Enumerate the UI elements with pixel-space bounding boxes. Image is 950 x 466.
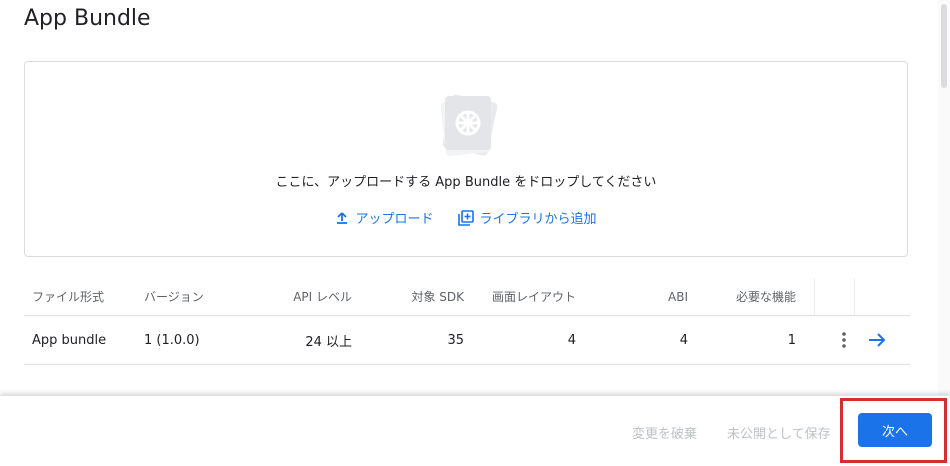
cell-required-features: 1 [787,332,796,348]
file-stack-icon [440,94,498,156]
drop-instruction: ここに、アップロードする App Bundle をドロップしてください [275,175,657,190]
scrollbar-thumb[interactable] [941,4,947,88]
more-options-button[interactable] [840,316,848,364]
upload-label: アップロード [355,212,434,227]
library-label: ライブラリから追加 [479,212,597,227]
add-from-library-button[interactable]: ライブラリから追加 [457,208,597,227]
library-add-icon [457,209,474,226]
cell-abi: 4 [679,332,688,348]
cell-version: 1 (1.0.0) [144,332,200,348]
bundle-table: ファイル形式 バージョン API レベル 対象 SDK 画面レイアウト ABI … [24,278,910,365]
column-divider [814,278,815,315]
column-header-file-type: ファイル形式 [32,290,105,304]
column-divider [854,278,855,315]
column-header-abi: ABI [668,289,688,304]
scrollbar[interactable] [938,0,950,395]
table-row[interactable]: App bundle 1 (1.0.0) 24 以上 35 4 4 1 [24,316,910,365]
cell-target-sdk: 35 [447,332,464,348]
column-header-screen-layout: 画面レイアウト [491,290,576,304]
footer-bar: 変更を破棄 未公開として保存 次へ [0,395,950,466]
table-header-row: ファイル形式 バージョン API レベル 対象 SDK 画面レイアウト ABI … [24,278,910,316]
view-details-button[interactable] [868,316,886,364]
arrow-right-icon [869,333,886,347]
upload-button[interactable]: アップロード [335,208,434,227]
more-vert-icon [842,332,846,348]
upload-icon [337,211,348,224]
discard-changes-button[interactable]: 変更を破棄 [632,423,697,442]
save-as-draft-button[interactable]: 未公開として保存 [727,423,831,442]
column-header-target-sdk: 対象 SDK [411,290,464,304]
highlight-box [840,398,947,463]
column-header-version: バージョン [144,290,204,304]
cell-api-level: 24 以上 [305,334,352,350]
column-header-api-level: API レベル [293,290,352,304]
drop-zone[interactable]: ここに、アップロードする App Bundle をドロップしてください アップロ… [24,61,908,257]
page-title: App Bundle [24,6,151,31]
cell-file-type: App bundle [32,332,107,348]
cell-screen-layout: 4 [567,332,576,348]
column-header-required-features: 必要な機能 [735,290,796,304]
